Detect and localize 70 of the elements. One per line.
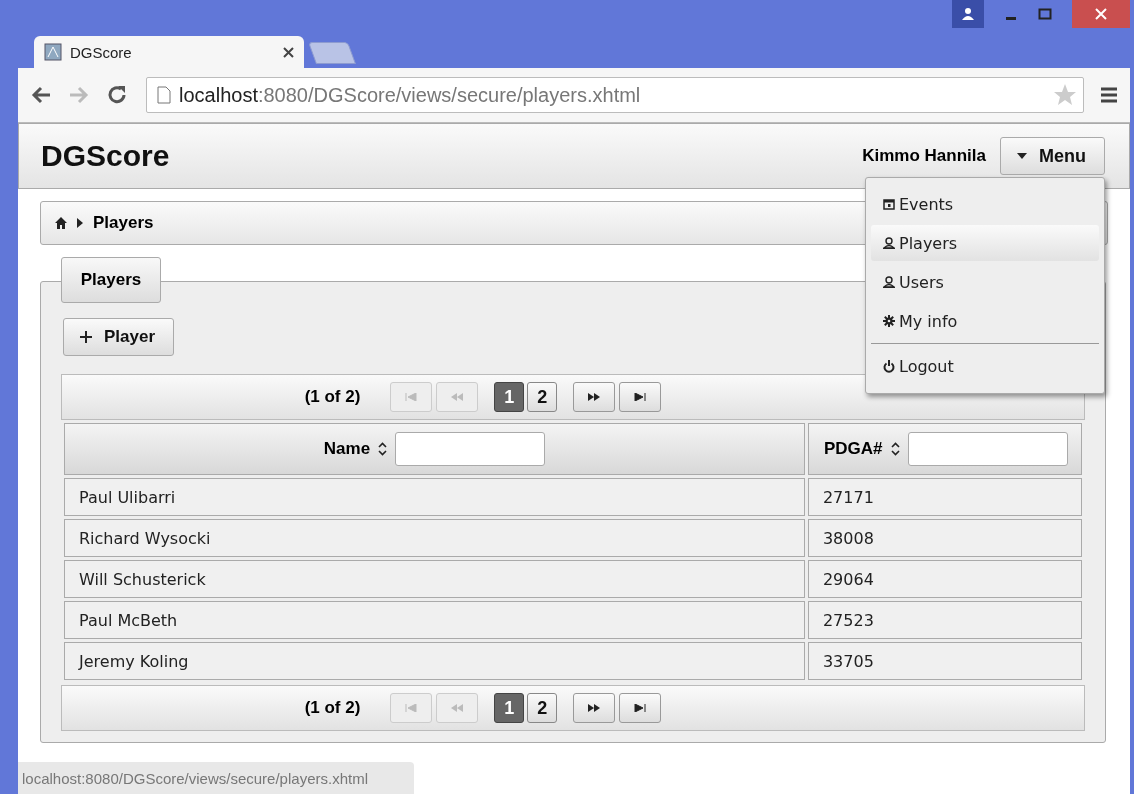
user-name: Kimmo Hannila (862, 146, 986, 166)
first-icon (404, 704, 419, 712)
maximize-icon[interactable] (1038, 7, 1052, 21)
address-bar[interactable]: localhost:8080/DGScore/views/secure/players.xhtml (146, 77, 1084, 113)
fast-forward-icon (587, 704, 602, 712)
column-header[interactable]: Name (64, 423, 805, 475)
back-icon[interactable] (30, 85, 52, 105)
last-icon (633, 393, 648, 401)
table-cell: Richard Wysocki (64, 519, 805, 557)
table-cell: 27523 (807, 601, 1082, 639)
menu-icon[interactable] (1100, 86, 1118, 104)
column-header[interactable]: PDGA# (807, 423, 1082, 475)
panel-legend: Players (61, 257, 161, 303)
page-report: (1 of 2) (304, 698, 361, 718)
last-page-button[interactable] (619, 382, 662, 412)
sort-icon[interactable] (378, 442, 388, 456)
person-icon (883, 276, 895, 288)
menu-item[interactable]: Players (871, 225, 1099, 261)
filter-field[interactable] (907, 432, 1068, 466)
next-page-button[interactable] (573, 382, 616, 412)
add-player-button[interactable]: Player (63, 318, 175, 356)
page-number[interactable]: 2 (527, 693, 558, 723)
status-url: localhost:8080/DGScore/views/secure/players.xhtml (18, 762, 414, 794)
reload-icon[interactable] (106, 84, 128, 106)
gear-icon (883, 315, 895, 327)
first-icon (404, 393, 419, 401)
fast-forward-icon (587, 393, 602, 401)
next-page-button[interactable] (573, 693, 616, 723)
page-report: (1 of 2) (304, 387, 361, 407)
page-icon (157, 86, 171, 104)
table-cell: Paul Ulibarri (64, 478, 805, 516)
table-cell: 29064 (807, 560, 1082, 598)
chevron-icon (77, 218, 83, 228)
last-icon (633, 704, 648, 712)
person-icon (961, 7, 975, 21)
plus-icon (80, 331, 92, 343)
close-button[interactable] (1072, 0, 1130, 28)
close-icon (1095, 8, 1107, 20)
page-number[interactable]: 2 (527, 382, 558, 412)
breadcrumb-link[interactable]: Players (93, 213, 154, 233)
table-cell: Will Schusterick (64, 560, 805, 598)
close-icon[interactable] (283, 46, 294, 58)
menu-item[interactable]: Users (871, 264, 1099, 300)
tab-title: DGScore (70, 43, 133, 61)
menu-item[interactable]: Logout (871, 348, 1099, 384)
profile-button[interactable] (952, 0, 984, 28)
page-icon (44, 43, 62, 61)
page-number[interactable]: 1 (494, 382, 525, 412)
sort-icon[interactable] (890, 442, 900, 456)
last-page-button[interactable] (619, 693, 662, 723)
table-cell: 38008 (807, 519, 1082, 557)
person-icon (883, 237, 895, 249)
caret-icon (1017, 153, 1027, 159)
rewind-icon (450, 393, 465, 401)
page-number[interactable]: 1 (494, 693, 525, 723)
menu-button[interactable]: Menu (1000, 137, 1105, 175)
table-cell: 33705 (807, 642, 1082, 680)
rewind-icon (450, 704, 465, 712)
table-cell: Paul McBeth (64, 601, 805, 639)
brand-title: DGScore (41, 139, 171, 173)
table-cell: 27171 (807, 478, 1082, 516)
calendar-icon (883, 198, 895, 210)
home-icon[interactable] (55, 217, 67, 229)
star-icon[interactable] (1053, 83, 1077, 107)
power-icon (883, 359, 895, 373)
browser-tab[interactable]: DGScore (34, 36, 304, 68)
filter-field[interactable] (395, 432, 546, 466)
table-cell: Jeremy Koling (64, 642, 805, 680)
menu-item[interactable]: My info (871, 303, 1099, 339)
menu-item[interactable]: Events (871, 186, 1099, 222)
